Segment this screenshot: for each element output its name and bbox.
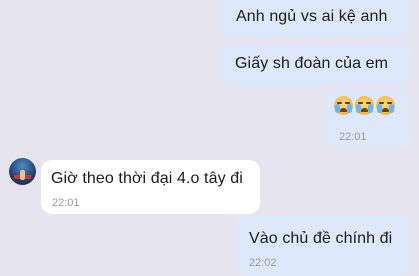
message-text: Giấy sh đoàn của em [235, 55, 389, 72]
outgoing-message-bubble[interactable]: Vào chủ đề chính đi 22:02 [236, 216, 411, 276]
message-timestamp: 22:01 [339, 131, 367, 143]
crying-face-icon [376, 96, 395, 115]
outgoing-message-bubble[interactable]: Giấy sh đoàn của em [221, 44, 411, 86]
message-timestamp: 22:01 [52, 197, 80, 209]
message-text: Anh ngủ vs ai kệ anh [236, 8, 388, 25]
incoming-message-bubble[interactable]: Giờ theo thời đại 4.o tây đi 22:01 [41, 160, 260, 214]
crying-face-icon [355, 96, 374, 115]
crying-face-icon [334, 96, 353, 115]
message-timestamp: 22:02 [249, 257, 277, 269]
outgoing-message-bubble[interactable]: Anh ngủ vs ai kệ anh [221, 0, 411, 38]
message-text: Giờ theo thời đại 4.o tây đi [51, 170, 243, 187]
outgoing-emoji-bubble[interactable]: 22:01 [324, 90, 411, 147]
emoji-row [334, 96, 411, 115]
sender-avatar[interactable] [9, 158, 36, 185]
message-text: Vào chủ đề chính đi [249, 230, 393, 247]
